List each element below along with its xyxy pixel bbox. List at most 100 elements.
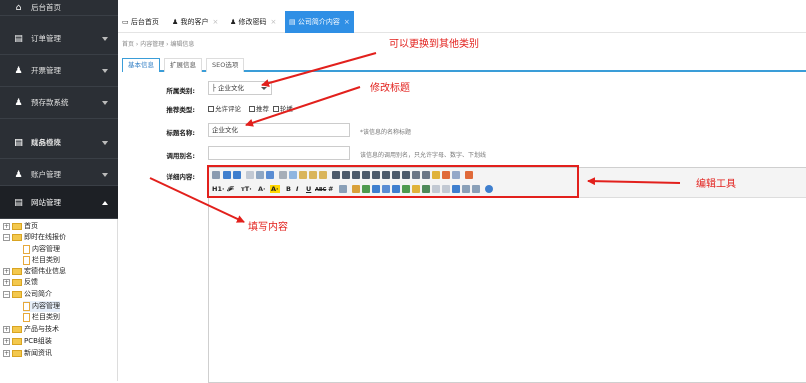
quick-format-icon[interactable]: [452, 171, 460, 179]
heading-button[interactable]: H1·: [212, 185, 224, 193]
paste-icon[interactable]: [299, 171, 307, 179]
tree-node[interactable]: − 即时在线报价: [3, 232, 66, 243]
template-icon[interactable]: [266, 171, 274, 179]
highlight-color-button[interactable]: A·: [270, 185, 280, 193]
expand-icon[interactable]: +: [3, 267, 10, 275]
tree-node[interactable]: + PCB组装: [3, 336, 52, 347]
tab-extended-info[interactable]: 扩展信息: [164, 58, 202, 72]
align-center-icon[interactable]: [342, 171, 350, 179]
outdent-icon[interactable]: [402, 171, 410, 179]
preview-icon[interactable]: [246, 171, 254, 179]
bold-button[interactable]: B: [286, 185, 291, 193]
editor-content-area[interactable]: [209, 199, 806, 382]
collapse-icon[interactable]: −: [3, 233, 10, 241]
select-all-icon[interactable]: [442, 171, 450, 179]
tab-change-password[interactable]: ♟ 修改密码 ×: [226, 11, 280, 33]
font-color-button[interactable]: A·: [258, 185, 266, 193]
fullscreen-icon[interactable]: [465, 171, 473, 179]
expand-icon[interactable]: +: [3, 222, 10, 230]
tree-node[interactable]: 内容管理: [23, 244, 60, 255]
print-icon[interactable]: [256, 171, 264, 179]
close-icon[interactable]: ×: [271, 18, 277, 26]
carousel-checkbox[interactable]: 轮播: [273, 103, 293, 113]
document-icon: ▤: [14, 138, 23, 148]
expand-icon[interactable]: +: [3, 337, 10, 345]
help-icon[interactable]: [485, 185, 493, 193]
expand-icon[interactable]: +: [3, 325, 10, 333]
expand-icon[interactable]: +: [3, 349, 10, 357]
flash-icon[interactable]: [372, 185, 380, 193]
image-icon[interactable]: [352, 185, 360, 193]
sidebar-item-finance[interactable]: ▤ 财务模块: [0, 127, 118, 159]
close-icon[interactable]: ×: [344, 18, 350, 26]
pagebreak-icon[interactable]: [442, 185, 450, 193]
alias-label: 调用别名:: [166, 152, 195, 160]
tree-node[interactable]: 栏目类别: [23, 255, 60, 266]
align-right-icon[interactable]: [352, 171, 360, 179]
cut-icon[interactable]: [279, 171, 287, 179]
clear-format-icon[interactable]: [432, 171, 440, 179]
media-icon[interactable]: [382, 185, 390, 193]
italic-button[interactable]: I: [296, 185, 298, 193]
tree-node[interactable]: − 公司简介: [3, 289, 52, 300]
tab-seo-options[interactable]: SEO选项: [206, 58, 245, 72]
insert-file-icon[interactable]: [392, 185, 400, 193]
redo-icon[interactable]: [233, 171, 241, 179]
unlink-icon[interactable]: [472, 185, 480, 193]
unordered-list-icon[interactable]: [382, 171, 390, 179]
tree-node[interactable]: 栏目类别: [23, 312, 60, 323]
source-icon[interactable]: [212, 171, 220, 179]
page-icon: [23, 255, 30, 265]
sidebar-item-website[interactable]: ▤ 网站管理: [0, 186, 118, 219]
anchor-icon[interactable]: [452, 185, 460, 193]
map-icon[interactable]: [422, 185, 430, 193]
table-button[interactable]: #: [328, 185, 333, 193]
ordered-list-icon[interactable]: [372, 171, 380, 179]
sidebar-item-invoices[interactable]: ♟ 开票管理: [0, 55, 118, 87]
sidebar-item-home[interactable]: ⌂ 后台首页: [0, 0, 118, 16]
sidebar-item-orders[interactable]: ▤ 订单管理: [0, 23, 118, 55]
title-input[interactable]: 企业文化: [208, 123, 350, 137]
eraser-icon[interactable]: [339, 185, 347, 193]
font-family-button[interactable]: 𝓕·: [227, 185, 234, 193]
collapse-icon[interactable]: −: [3, 290, 10, 298]
font-size-button[interactable]: тT·: [241, 185, 252, 193]
undo-icon[interactable]: [223, 171, 231, 179]
tree-node[interactable]: + 产品与技术: [3, 324, 59, 335]
tree-node[interactable]: + 宏德伟业信息: [3, 266, 66, 277]
content-label: 详细内容:: [166, 173, 195, 181]
tab-my-customers[interactable]: ♟ 我的客户 ×: [168, 11, 222, 33]
tree-node-selected[interactable]: 内容管理: [23, 301, 60, 312]
emoticon-icon[interactable]: [412, 185, 420, 193]
underline-button[interactable]: U: [306, 185, 311, 193]
recommend-checkbox[interactable]: 推荐: [249, 103, 269, 113]
hr-icon[interactable]: [432, 185, 440, 193]
tab-home[interactable]: ▭ 后台首页: [118, 11, 163, 33]
tab-company-intro[interactable]: ▤ 公司简介内容 ×: [285, 11, 354, 33]
paste-word-icon[interactable]: [319, 171, 327, 179]
strikethrough-button[interactable]: ABC: [315, 186, 326, 194]
sidebar-item-deposit[interactable]: ♟ 预存款系统: [0, 87, 118, 119]
tree-node[interactable]: + 首页: [3, 221, 38, 232]
tree-node[interactable]: + 反馈: [3, 277, 38, 288]
align-justify-icon[interactable]: [362, 171, 370, 179]
category-select[interactable]: ├ 企业文化: [208, 81, 272, 95]
tab-basic-info[interactable]: 基本信息: [122, 58, 160, 72]
align-left-icon[interactable]: [332, 171, 340, 179]
code-icon[interactable]: [402, 185, 410, 193]
copy-icon[interactable]: [289, 171, 297, 179]
rich-text-editor[interactable]: H1· 𝓕· тT· A· A· B I U ABC #: [208, 167, 806, 383]
expand-icon[interactable]: +: [3, 278, 10, 286]
superscript-icon[interactable]: [422, 171, 430, 179]
subscript-icon[interactable]: [412, 171, 420, 179]
category-label: 所属类别:: [166, 87, 195, 95]
multi-image-icon[interactable]: [362, 185, 370, 193]
sidebar-item-accounts[interactable]: ♟ 账户管理: [0, 159, 118, 186]
close-icon[interactable]: ×: [213, 18, 219, 26]
allow-comment-checkbox[interactable]: 允许评论: [208, 103, 241, 113]
paste-plain-icon[interactable]: [309, 171, 317, 179]
tree-node[interactable]: + 新闻资讯: [3, 348, 52, 359]
alias-input[interactable]: [208, 146, 350, 160]
link-icon[interactable]: [462, 185, 470, 193]
indent-icon[interactable]: [392, 171, 400, 179]
